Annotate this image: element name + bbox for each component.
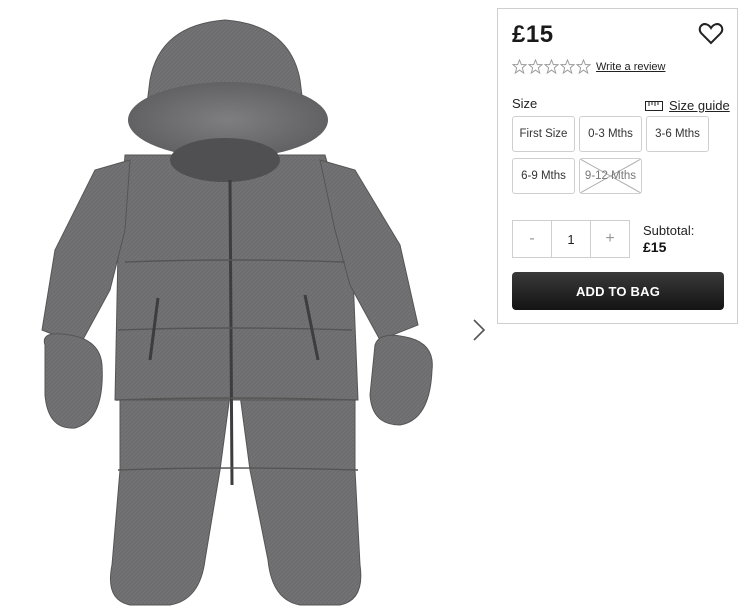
size-option-label: 0-3 Mths: [588, 128, 633, 140]
next-image-arrow-icon[interactable]: [468, 316, 490, 344]
subtotal-value: £15: [643, 239, 667, 255]
star-icon[interactable]: [528, 59, 543, 74]
quantity-increment-button[interactable]: +: [591, 221, 629, 257]
size-label: Size: [512, 96, 538, 111]
purchase-panel: £15 Write a review Size Size guide First…: [497, 8, 738, 324]
rating-stars: [512, 59, 591, 74]
size-option-0-3-mths[interactable]: 0-3 Mths: [579, 116, 642, 152]
size-option-label: 6-9 Mths: [521, 170, 566, 182]
rating-row: Write a review: [512, 59, 665, 74]
size-guide-link[interactable]: Size guide: [645, 98, 730, 113]
size-option-label: 3-6 Mths: [655, 128, 700, 140]
size-guide-label: Size guide: [669, 98, 730, 113]
product-price: £15: [512, 21, 554, 48]
star-icon[interactable]: [544, 59, 559, 74]
size-option-label: First Size: [519, 128, 568, 140]
subtotal: Subtotal: £15: [643, 223, 694, 255]
add-to-bag-button[interactable]: ADD TO BAG: [512, 272, 724, 310]
size-option-label: 9-12 Mths: [584, 170, 637, 182]
quantity-decrement-button[interactable]: -: [513, 221, 551, 257]
star-icon[interactable]: [576, 59, 591, 74]
quantity-stepper: - +: [512, 220, 630, 258]
quantity-input[interactable]: [551, 221, 591, 257]
ruler-icon: [645, 100, 663, 111]
size-option-6-9-mths[interactable]: 6-9 Mths: [512, 158, 575, 194]
wishlist-heart-icon[interactable]: [698, 22, 724, 46]
size-option-first-size[interactable]: First Size: [512, 116, 575, 152]
size-option-3-6-mths[interactable]: 3-6 Mths: [646, 116, 709, 152]
write-review-link[interactable]: Write a review: [596, 61, 665, 73]
star-icon[interactable]: [560, 59, 575, 74]
subtotal-label: Subtotal:: [643, 223, 695, 238]
size-option-9-12-mths-unavailable[interactable]: 9-12 Mths: [579, 158, 642, 194]
product-image-snowsuit: [41, 19, 433, 606]
star-icon[interactable]: [512, 59, 527, 74]
